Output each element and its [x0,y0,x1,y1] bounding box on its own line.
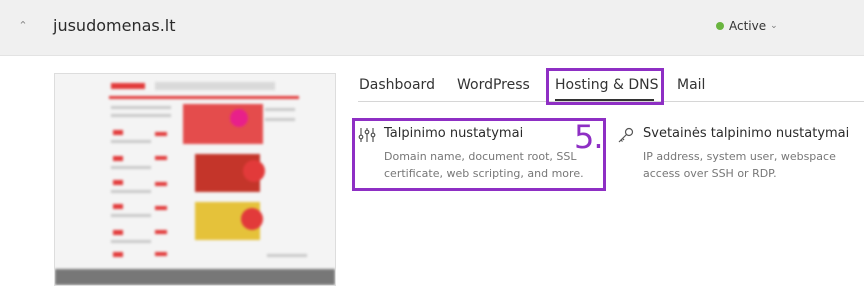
card-highlight-box [352,118,606,191]
status-dropdown[interactable]: Active ⌄ [716,19,778,33]
website-hosting-settings-title: Svetainės talpinimo nustatymai [643,126,850,141]
website-hosting-settings-description: IP address, system user, webspace access… [643,150,836,180]
website-preview-thumbnail[interactable] [54,73,336,286]
key-icon [617,126,635,144]
step-number-annotation: 5. [574,118,604,156]
domain-name: jusudomenas.lt [53,16,176,35]
status-label: Active [729,19,767,33]
collapse-chevron-up-icon[interactable]: ⌃ [15,18,31,34]
tab-mail[interactable]: Mail [677,77,705,93]
status-dot-icon [716,22,724,30]
website-hosting-settings-card[interactable]: Svetainės talpinimo nustatymai IP addres… [617,126,863,186]
tab-highlight-box [546,68,664,105]
domain-header: ⌃ jusudomenas.lt Active ⌄ [0,0,864,56]
tab-dashboard[interactable]: Dashboard [359,77,435,93]
chevron-down-icon: ⌄ [770,21,778,31]
tab-wordpress[interactable]: WordPress [457,77,530,93]
preview-image [55,74,335,285]
